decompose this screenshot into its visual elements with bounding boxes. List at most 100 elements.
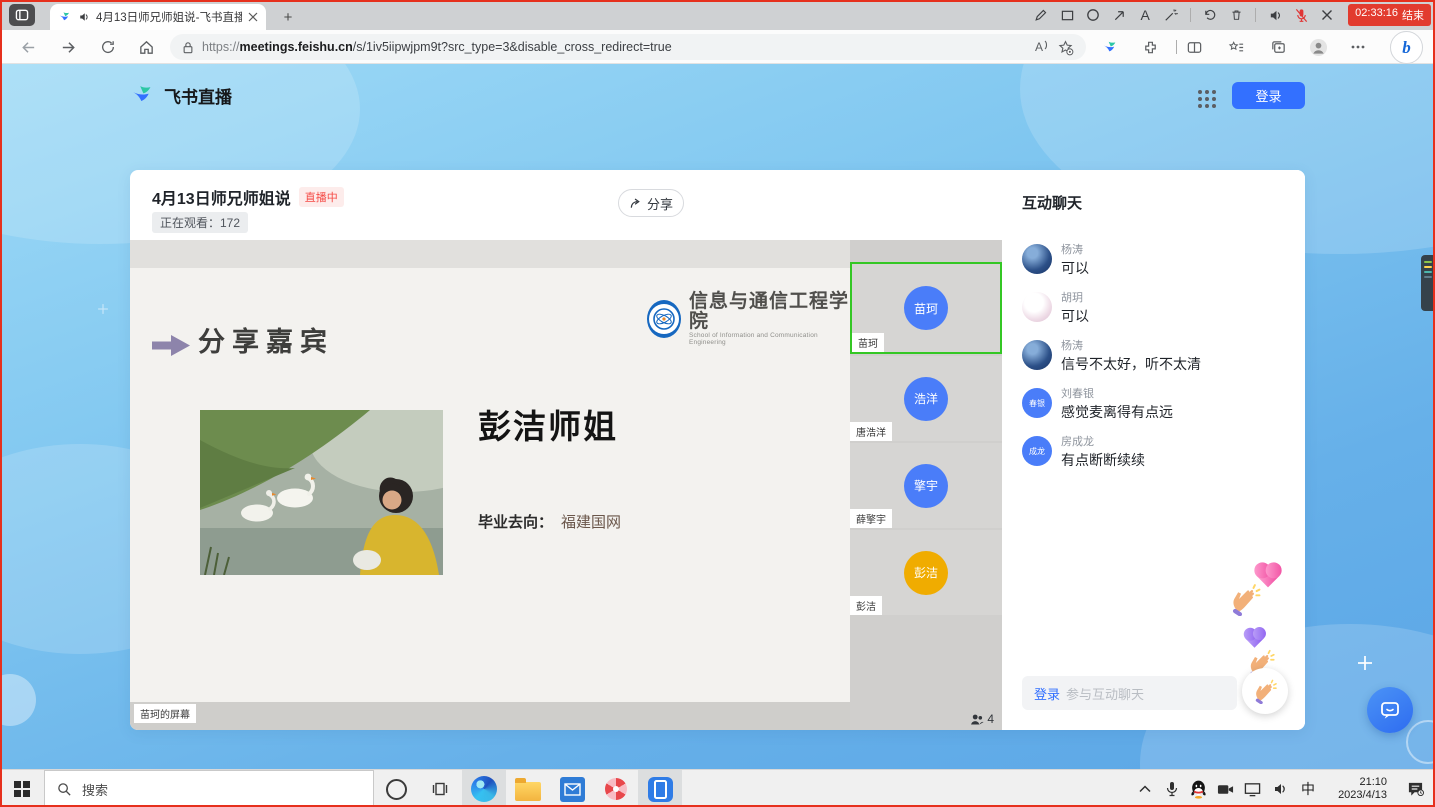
cortana-button[interactable] — [374, 770, 418, 807]
chat-input[interactable]: 登录 参与互动聊天 — [1022, 676, 1237, 710]
undo-icon[interactable] — [1199, 4, 1221, 26]
browser-tab[interactable]: 4月13日师兄师姐说-飞书直播 — [50, 4, 266, 30]
slide-arrow-icon — [152, 334, 190, 357]
bing-chat-icon[interactable]: b — [1390, 31, 1423, 64]
tab-audio-icon[interactable] — [78, 11, 90, 23]
microphone-muted-icon[interactable] — [1290, 4, 1312, 26]
participant-tile[interactable]: 浩洋 唐浩洋 — [850, 356, 1002, 441]
share-label: 分享 — [647, 194, 673, 213]
feishu-favicon — [58, 10, 72, 24]
start-button[interactable] — [0, 770, 44, 807]
chat-text: 感觉麦离得有点远 — [1061, 403, 1173, 422]
lock-icon[interactable] — [182, 41, 194, 54]
recording-end-label: 结束 — [1402, 7, 1424, 23]
ime-indicator[interactable]: 中 — [1293, 779, 1323, 799]
address-bar[interactable]: https://meetings.feishu.cn/s/1iv5iipwjpm… — [170, 34, 1086, 60]
live-title: 4月13日师兄师姐说 — [152, 185, 291, 209]
chat-sender: 胡玥 — [1061, 292, 1089, 305]
share-button[interactable]: 分享 — [618, 189, 684, 217]
chat-message: 胡玥 可以 — [1022, 292, 1288, 326]
tray-microphone-icon[interactable] — [1158, 781, 1185, 797]
tab-close-icon[interactable] — [248, 12, 258, 22]
chat-sender: 房成龙 — [1061, 436, 1145, 449]
guest-name: 彭洁师姐 — [478, 400, 618, 448]
tab-actions-button[interactable] — [9, 4, 35, 26]
tray-camera-icon[interactable] — [1212, 783, 1239, 796]
circle-decoration — [0, 674, 36, 726]
action-center-button[interactable] — [1395, 781, 1435, 797]
chat-message: 春银 刘春银 感觉麦离得有点远 — [1022, 388, 1288, 422]
tab-title: 4月13日师兄师姐说-飞书直播 — [96, 9, 242, 25]
your-phone-button[interactable] — [638, 770, 682, 807]
participant-tile[interactable]: 擎宇 薛擎宇 — [850, 443, 1002, 528]
ellipse-tool-icon[interactable] — [1082, 4, 1104, 26]
profile-avatar-icon[interactable] — [1308, 37, 1328, 57]
new-tab-button[interactable]: + — [278, 7, 298, 27]
guest-destination: 毕业去向： 福建国网 — [478, 511, 621, 532]
participant-tile[interactable]: 苗珂 苗珂 — [850, 262, 1002, 354]
rectangle-tool-icon[interactable] — [1056, 4, 1078, 26]
taskbar-search[interactable]: 搜索 — [44, 770, 374, 807]
college-name: 信息与通信工程学院 — [689, 292, 850, 332]
tray-speaker-icon[interactable] — [1266, 781, 1293, 797]
screen-annotation-toolbar: A 02:33:16 结束 — [1030, 0, 1431, 30]
chat-title: 互动聊天 — [1022, 192, 1082, 213]
mail-icon — [560, 777, 585, 802]
participant-tile[interactable]: 彭洁 彭洁 — [850, 530, 1002, 615]
destination-value: 福建国网 — [561, 511, 621, 532]
edge-taskbar-button[interactable] — [462, 770, 506, 807]
refresh-icon[interactable] — [98, 37, 118, 57]
forward-icon[interactable] — [58, 37, 78, 57]
extensions-icon[interactable] — [1140, 37, 1160, 57]
chat-login-link[interactable]: 登录 — [1034, 684, 1060, 703]
screen-share-view[interactable]: 分享嘉宾 — [130, 240, 850, 730]
apps-grid-icon[interactable] — [1198, 90, 1216, 108]
collections-icon[interactable] — [1268, 37, 1288, 57]
chat-text: 信号不太好，听不太清 — [1061, 355, 1201, 374]
participant-name: 唐浩洋 — [850, 422, 892, 441]
speaker-icon[interactable] — [1264, 4, 1286, 26]
chat-text: 可以 — [1061, 307, 1089, 326]
url-scheme: https:// — [202, 40, 240, 54]
participant-avatar: 苗珂 — [904, 286, 948, 330]
url-text[interactable]: https://meetings.feishu.cn/s/1iv5iipwjpm… — [202, 40, 1027, 54]
task-view-button[interactable] — [418, 770, 462, 807]
home-icon[interactable] — [136, 37, 156, 57]
tray-display-icon[interactable] — [1239, 782, 1266, 797]
windows-taskbar: 搜索 — [0, 769, 1435, 807]
back-icon[interactable] — [18, 37, 38, 57]
participant-avatar: 彭洁 — [904, 551, 948, 595]
brand-logo[interactable]: 飞书直播 — [130, 82, 232, 108]
chat-panel: 互动聊天 杨涛 可以 胡玥 可以 杨涛 — [1002, 170, 1305, 730]
text-tool-icon[interactable]: A — [1134, 4, 1156, 26]
edge-icon — [471, 776, 497, 802]
feishu-extension-icon[interactable] — [1100, 37, 1120, 57]
slide-section-title: 分享嘉宾 — [198, 320, 334, 359]
notification-icon — [1407, 781, 1424, 797]
split-screen-icon[interactable] — [1184, 37, 1204, 57]
tray-chevron-up-icon[interactable] — [1131, 785, 1158, 793]
pen-tool-icon[interactable] — [1030, 4, 1052, 26]
mail-button[interactable] — [550, 770, 594, 807]
file-explorer-button[interactable] — [506, 770, 550, 807]
clap-reaction-button[interactable] — [1242, 668, 1288, 714]
participant-count[interactable]: 4 — [970, 712, 994, 726]
customer-service-button[interactable] — [1367, 687, 1413, 733]
favorite-star-icon[interactable] — [1057, 39, 1074, 56]
close-recording-icon[interactable] — [1316, 4, 1338, 26]
delete-icon[interactable] — [1225, 4, 1247, 26]
college-logo-block: 信息与通信工程学院 School of Information and Comm… — [647, 292, 850, 346]
highlight-wand-icon[interactable] — [1160, 4, 1182, 26]
favorites-bar-icon[interactable] — [1226, 37, 1246, 57]
settings-more-icon[interactable] — [1348, 37, 1368, 57]
login-button[interactable]: 登录 — [1232, 82, 1305, 109]
viewer-count-badge: 正在观看：172 — [152, 212, 248, 233]
tray-qq-icon[interactable] — [1185, 780, 1212, 799]
recording-timer-badge[interactable]: 02:33:16 结束 — [1348, 4, 1431, 26]
read-aloud-icon[interactable]: A — [1035, 40, 1049, 54]
taskbar-clock[interactable]: 21:10 2023/4/13 — [1323, 776, 1387, 802]
arrow-tool-icon[interactable] — [1108, 4, 1130, 26]
side-panel-handle[interactable] — [1421, 255, 1435, 311]
capture-tool-button[interactable] — [594, 770, 638, 807]
purple-heart-reaction-icon — [1245, 629, 1263, 647]
